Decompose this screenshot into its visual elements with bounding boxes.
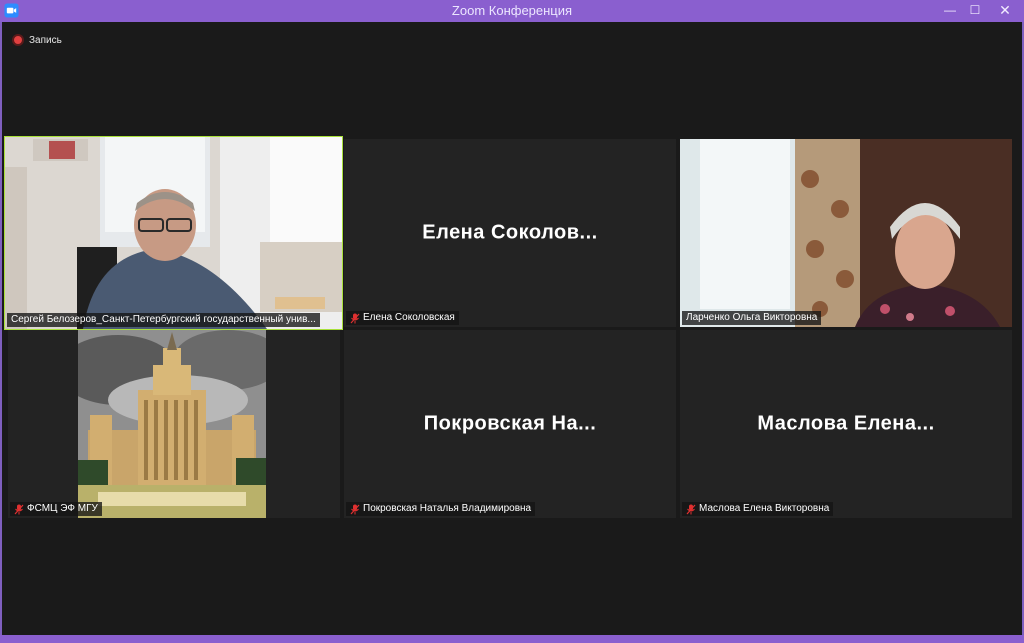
participant-name: Елена Соколовская	[363, 312, 455, 323]
minimize-button[interactable]: —	[937, 0, 963, 22]
participant-display-name: Покровская На...	[423, 412, 597, 435]
participant-tile[interactable]: Сергей Белозеров_Санкт-Петербургский гос…	[4, 136, 343, 330]
participant-name-tag: Ларченко Ольга Викторовна	[682, 311, 822, 325]
participant-name-tag: Маслова Елена Викторовна	[682, 502, 834, 516]
participant-name-tag: Сергей Белозеров_Санкт-Петербургский гос…	[7, 313, 320, 327]
muted-microphone-icon	[686, 504, 696, 514]
participant-tile[interactable]: ФСМЦ ЭФ МГУ	[8, 330, 340, 518]
participant-video	[5, 137, 342, 329]
window-title: Zoom Конференция	[451, 3, 573, 18]
participant-name: Ларченко Ольга Викторовна	[686, 312, 818, 323]
recording-indicator[interactable]: Запись	[12, 34, 62, 46]
muted-microphone-icon	[14, 504, 24, 514]
participant-display-name: Елена Соколов...	[422, 221, 598, 244]
participant-name-tag: Елена Соколовская	[346, 311, 459, 325]
video-frame	[58, 330, 283, 518]
video-frame	[680, 139, 1012, 327]
participant-video	[58, 330, 283, 518]
participant-display-name: Маслова Елена...	[757, 412, 935, 435]
participant-tile[interactable]: Покровская На... Покровская Наталья Влад…	[344, 330, 676, 518]
participant-tile[interactable]: Ларченко Ольга Викторовна	[680, 139, 1012, 327]
maximize-button[interactable]: ☐	[962, 0, 988, 22]
participant-name: Покровская Наталья Владимировна	[363, 503, 532, 514]
window-bottom-border	[0, 635, 1024, 643]
participant-name: Сергей Белозеров_Санкт-Петербургский гос…	[11, 314, 316, 325]
meeting-stage: Запись Сергей Белозеров_Санкт-Петербургс…	[2, 22, 1022, 635]
participant-name: ФСМЦ ЭФ МГУ	[27, 503, 98, 514]
participant-video	[680, 139, 1012, 327]
muted-microphone-icon	[350, 504, 360, 514]
participant-tile[interactable]: Елена Соколов... Елена Соколовская	[344, 139, 676, 327]
record-icon	[12, 34, 24, 46]
participant-name: Маслова Елена Викторовна	[699, 503, 830, 514]
participant-tile[interactable]: Маслова Елена... Маслова Елена Викторовн…	[680, 330, 1012, 518]
participant-name-tag: ФСМЦ ЭФ МГУ	[10, 502, 102, 516]
recording-label: Запись	[29, 34, 62, 46]
close-button[interactable]: ✕	[986, 0, 1024, 22]
video-frame	[5, 137, 342, 329]
muted-microphone-icon	[350, 313, 360, 323]
participant-name-tag: Покровская Наталья Владимировна	[346, 502, 536, 516]
title-bar: Zoom Конференция — ☐ ✕	[0, 0, 1024, 22]
